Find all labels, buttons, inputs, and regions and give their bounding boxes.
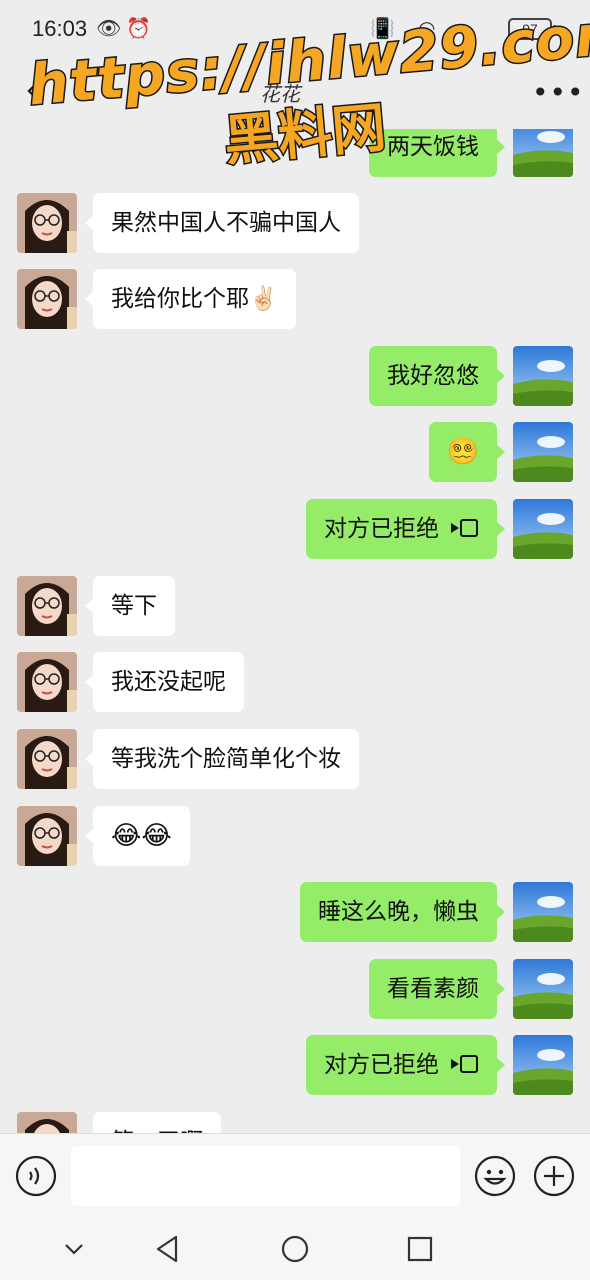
message-bubble[interactable]: 果然中国人不骗中国人 xyxy=(85,193,359,253)
more-dots-icon[interactable]: ••• xyxy=(532,76,585,109)
status-bar-overlay: 16:03 👁 ⏰ 📳 ◠ 97 xyxy=(0,0,590,58)
chat-header-overlay: 花花 ••• xyxy=(0,58,590,130)
call-status-text: 对方已拒绝 xyxy=(324,516,439,542)
my-avatar[interactable] xyxy=(513,882,573,942)
message-bubble[interactable]: 我给你比个耶✌🏻 xyxy=(85,269,296,329)
header-layer: 16:03 👁 ⏰ 📳 ◠ 97 花花 ••• xyxy=(0,0,590,129)
message-row: 果然中国人不骗中国人 xyxy=(0,193,590,253)
my-avatar[interactable] xyxy=(513,959,573,1019)
recent-square-icon[interactable] xyxy=(404,1233,436,1265)
message-row: 等下 xyxy=(0,576,590,636)
message-row: 我好忽悠 xyxy=(0,346,590,406)
message-bubble[interactable]: 看看素颜 xyxy=(369,959,505,1019)
input-bar xyxy=(0,1133,590,1217)
eye-icon: 👁 xyxy=(96,16,122,40)
chevron-down-icon[interactable] xyxy=(58,1233,90,1265)
message-row: 对方已拒绝 xyxy=(0,1035,590,1095)
message-row: 我还没起呢 xyxy=(0,652,590,712)
contact-avatar[interactable] xyxy=(17,576,77,636)
message-row: 我给你比个耶✌🏻 xyxy=(0,269,590,329)
message-bubble[interactable]: 等我洗个脸简单化个妆 xyxy=(85,729,359,789)
message-row: 看看素颜 xyxy=(0,959,590,1019)
my-avatar[interactable] xyxy=(513,1035,573,1095)
vibrate-icon: 📳 xyxy=(370,16,395,40)
message-bubble[interactable]: 😂😂 xyxy=(85,806,190,866)
emoji-icon[interactable] xyxy=(474,1155,516,1197)
my-avatar[interactable] xyxy=(513,129,573,177)
message-bubble[interactable]: 睡这么晚，懒虫 xyxy=(300,882,505,942)
message-bubble[interactable]: 两天饭钱 xyxy=(369,129,505,177)
contact-avatar[interactable] xyxy=(17,193,77,253)
status-time: 16:03 xyxy=(32,16,88,41)
message-input[interactable] xyxy=(71,1146,460,1206)
message-row: 等我洗个脸简单化个妆 xyxy=(0,729,590,789)
call-status-text: 对方已拒绝 xyxy=(324,1052,439,1078)
top-message-clip: 两天饭钱 xyxy=(0,129,590,177)
message-bubble[interactable]: 我好忽悠 xyxy=(369,346,505,406)
chat-title: 花花 xyxy=(260,82,300,106)
voice-icon[interactable] xyxy=(15,1155,57,1197)
my-avatar[interactable] xyxy=(513,346,573,406)
my-avatar[interactable] xyxy=(513,499,573,559)
call-rejected-bubble[interactable]: 对方已拒绝 xyxy=(306,1035,505,1095)
plus-icon[interactable] xyxy=(533,1155,575,1197)
call-rejected-bubble[interactable]: 对方已拒绝 xyxy=(306,499,505,559)
system-nav-bar xyxy=(0,1217,590,1280)
video-call-icon xyxy=(451,518,478,537)
back-triangle-icon[interactable] xyxy=(152,1233,184,1265)
message-row: 睡这么晚，懒虫 xyxy=(0,882,590,942)
my-avatar[interactable] xyxy=(513,422,573,482)
alarm-icon: ⏰ xyxy=(126,16,151,40)
video-call-icon xyxy=(451,1054,478,1073)
battery-indicator: 97 xyxy=(508,18,556,40)
girl-avatar-icon xyxy=(17,193,77,253)
contact-avatar[interactable] xyxy=(17,652,77,712)
contact-avatar[interactable] xyxy=(17,729,77,789)
message-row: 对方已拒绝 xyxy=(0,499,590,559)
wifi-icon: ◠ xyxy=(418,16,436,40)
home-circle-icon[interactable] xyxy=(279,1233,311,1265)
chevron-left-icon[interactable] xyxy=(22,78,48,104)
contact-avatar[interactable] xyxy=(17,806,77,866)
contact-avatar[interactable] xyxy=(17,269,77,329)
message-bubble[interactable]: 我还没起呢 xyxy=(85,652,244,712)
message-row: 😵‍💫 xyxy=(0,422,590,482)
message-bubble[interactable]: 😵‍💫 xyxy=(428,422,506,482)
message-row: 😂😂 xyxy=(0,806,590,866)
message-bubble[interactable]: 等下 xyxy=(85,576,175,636)
